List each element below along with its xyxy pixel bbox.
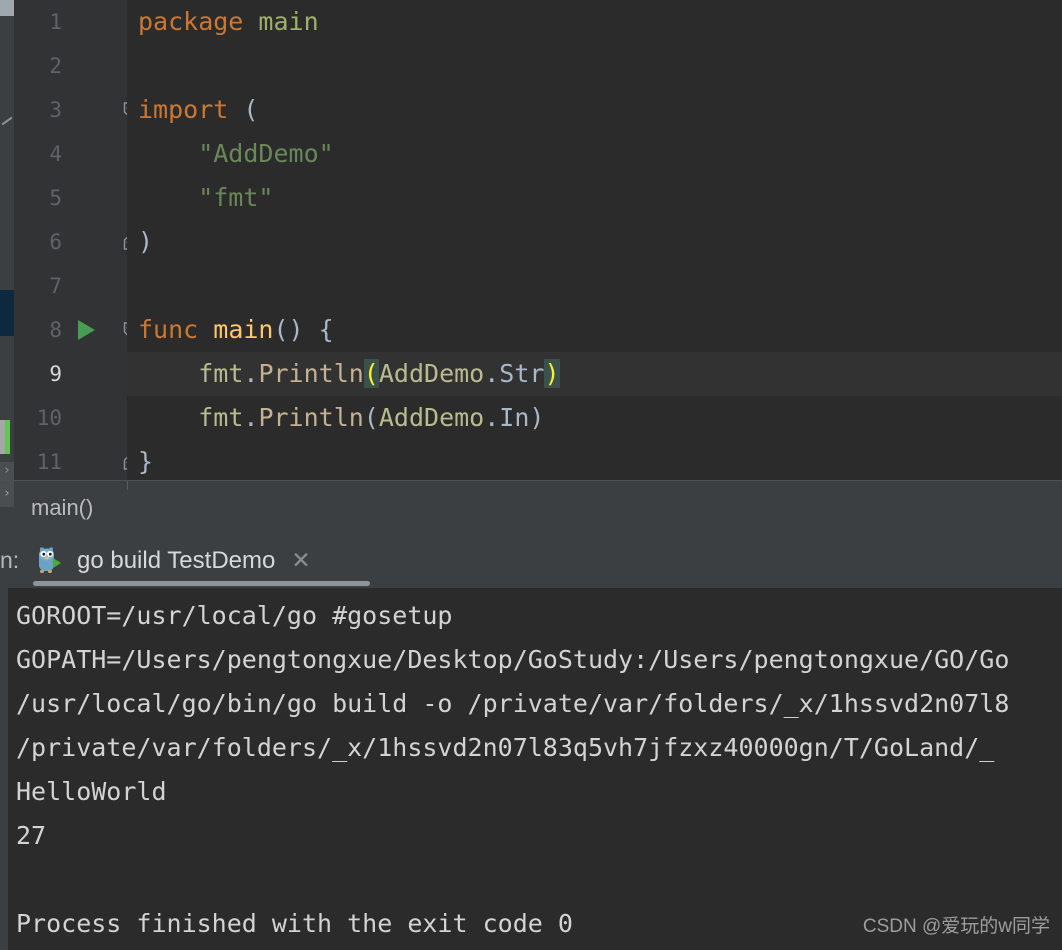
line-number-9[interactable]: 9	[14, 352, 62, 396]
line-number-7[interactable]: 7	[14, 264, 62, 308]
watermark: CSDN @爱玩的w同学	[862, 916, 1050, 937]
line-number-gutter[interactable]: 1 2 3 4 5 6 7 8 9 10 11	[14, 0, 127, 480]
code-token: main	[258, 7, 319, 36]
code-line-3[interactable]: import (	[127, 88, 1062, 132]
go-gopher-icon	[33, 545, 63, 575]
run-tab-title: go build TestDemo	[77, 546, 276, 574]
line-number-1[interactable]: 1	[14, 0, 62, 44]
code-line-11[interactable]: }	[127, 440, 1062, 480]
code-token: (	[363, 359, 379, 388]
code-token: )	[544, 359, 560, 388]
code-token: "AddDemo"	[138, 139, 334, 168]
code-token: Println	[258, 403, 364, 432]
code-token: .	[484, 403, 500, 432]
line-number-3[interactable]: 3	[14, 88, 62, 132]
code-token: Println	[258, 359, 364, 388]
code-editor[interactable]: › 1 2 3 4 5 6 7 8 9 10 11 package main import ( "Ad…	[0, 0, 1062, 480]
code-token: AddDemo	[378, 403, 485, 432]
console-line: Process finished with the exit code 0	[16, 909, 573, 938]
console-line: GOROOT=/usr/local/go #gosetup	[16, 601, 453, 630]
code-token: .	[243, 359, 259, 388]
code-line-8[interactable]: func main() {	[127, 308, 1062, 352]
console-line: /usr/local/go/bin/go build -o /private/v…	[16, 689, 1010, 718]
run-tool-window-label: n:	[0, 547, 20, 573]
line-number-4[interactable]: 4	[14, 132, 62, 176]
code-line-5[interactable]: "fmt"	[127, 176, 1062, 220]
breadcrumb-bar[interactable]: › main()	[0, 480, 1062, 534]
code-token: .	[243, 403, 259, 432]
code-token: package	[138, 7, 259, 36]
code-token: }	[138, 447, 154, 476]
console-line: HelloWorld	[16, 777, 167, 806]
line-number-10[interactable]: 10	[14, 396, 62, 440]
console-line: /private/var/folders/_x/1hssvd2n07l83q5v…	[16, 733, 995, 762]
code-token: (	[363, 403, 379, 432]
code-text-area[interactable]: package main import ( "AddDemo" "fmt") fun…	[127, 0, 1062, 480]
console-output[interactable]: GOROOT=/usr/local/go #gosetup GOPATH=/Use…	[0, 588, 1062, 950]
code-token: Str	[499, 359, 545, 388]
console-line: 27	[16, 821, 47, 850]
run-tab-active-underline	[33, 581, 370, 586]
run-tool-window-header[interactable]: n: go build TestDemo ✕	[0, 533, 1062, 588]
code-line-7[interactable]	[127, 264, 1062, 308]
expand-strip-icon[interactable]: ›	[0, 462, 14, 480]
console-line: GOPATH=/Users/pengtongxue/Desktop/GoStud…	[16, 645, 1010, 674]
code-token: In	[499, 403, 530, 432]
line-number-5[interactable]: 5	[14, 176, 62, 220]
code-token: AddDemo	[378, 359, 485, 388]
marker-tick	[1, 116, 13, 126]
close-icon[interactable]: ✕	[291, 549, 310, 572]
run-configuration-tab[interactable]: go build TestDemo ✕	[33, 533, 311, 588]
run-triangle-icon[interactable]	[78, 320, 95, 340]
code-token: "fmt"	[138, 183, 274, 212]
code-token: func	[138, 315, 214, 344]
marker-selection-indicator	[0, 290, 14, 336]
code-line-4[interactable]: "AddDemo"	[127, 132, 1062, 176]
line-number-11[interactable]: 11	[14, 440, 62, 480]
marker-added-indicator	[5, 420, 10, 454]
code-token: fmt	[198, 403, 244, 432]
code-token: (	[243, 95, 259, 124]
line-number-2[interactable]: 2	[14, 44, 62, 88]
code-line-2[interactable]	[127, 44, 1062, 88]
code-token: import	[138, 95, 244, 124]
code-line-10[interactable]: fmt.Println(AddDemo.In)	[127, 396, 1062, 440]
line-number-6[interactable]: 6	[14, 220, 62, 264]
code-token: fmt	[198, 359, 244, 388]
line-number-8[interactable]: 8	[14, 308, 62, 352]
chevron-right-icon[interactable]: ›	[0, 481, 14, 507]
code-token: main	[213, 315, 274, 344]
code-token: )	[138, 227, 154, 256]
marker-strip-top-nub	[0, 0, 14, 16]
code-line-6[interactable]: )	[127, 220, 1062, 264]
breadcrumb-item-main[interactable]: main()	[31, 481, 93, 534]
code-token: .	[484, 359, 500, 388]
code-line-1[interactable]: package main	[127, 0, 1062, 44]
code-line-9[interactable]: fmt.Println(AddDemo.Str)	[127, 352, 1062, 396]
code-token: )	[529, 403, 545, 432]
editor-marker-strip[interactable]: ›	[0, 0, 14, 480]
code-token: () {	[273, 315, 334, 344]
console-gutter	[0, 588, 8, 950]
